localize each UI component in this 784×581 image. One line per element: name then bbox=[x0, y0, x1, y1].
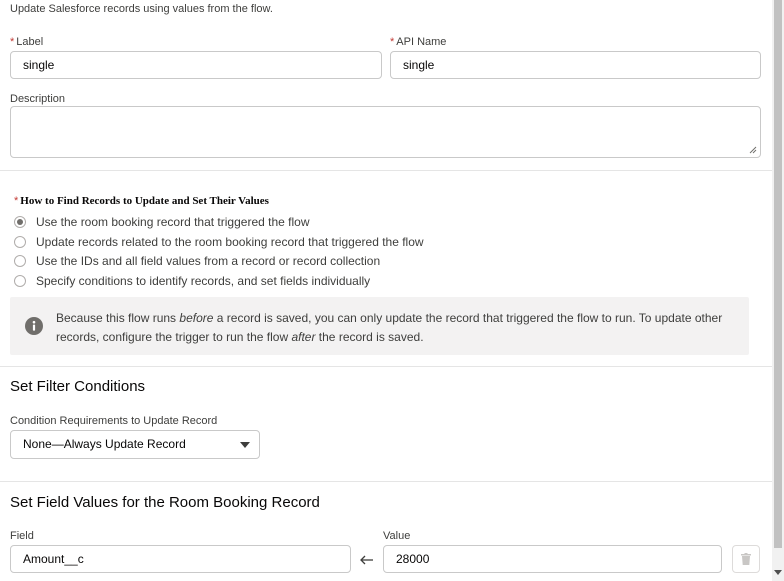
scrollbar-thumb[interactable] bbox=[774, 0, 782, 548]
find-records-heading: * How to Find Records to Update and Set T… bbox=[14, 195, 269, 207]
radio-option-record-collection[interactable]: Use the IDs and all field values from a … bbox=[14, 252, 380, 270]
info-text-part: Because this flow runs bbox=[56, 311, 180, 325]
field-input[interactable]: Amount__c bbox=[10, 545, 351, 573]
required-asterisk: * bbox=[390, 36, 395, 48]
radio-option-label: Specify conditions to identify records, … bbox=[36, 274, 371, 288]
field-column-label: Field bbox=[10, 530, 34, 542]
radio-option-label: Use the room booking record that trigger… bbox=[36, 215, 310, 229]
info-icon bbox=[25, 317, 43, 335]
find-records-heading-text: How to Find Records to Update and Set Th… bbox=[20, 195, 269, 207]
label-field-label: * Label bbox=[10, 36, 43, 48]
trash-icon bbox=[741, 553, 751, 565]
api-name-input[interactable]: single bbox=[390, 51, 761, 79]
info-text-emphasis: after bbox=[291, 330, 316, 344]
radio-unselected-icon[interactable] bbox=[14, 275, 26, 287]
divider bbox=[0, 481, 772, 482]
condition-requirements-label: Condition Requirements to Update Record bbox=[10, 415, 218, 427]
api-name-field-label-text: API Name bbox=[396, 36, 447, 48]
api-name-field-label: * API Name bbox=[390, 36, 446, 48]
resize-handle-icon[interactable] bbox=[749, 146, 757, 154]
divider bbox=[0, 366, 772, 367]
value-column-label: Value bbox=[383, 530, 411, 542]
condition-requirements-value: None—Always Update Record bbox=[23, 437, 186, 451]
description-label: Description bbox=[10, 93, 66, 105]
info-text: Because this flow runs before a record i… bbox=[56, 309, 746, 347]
required-asterisk: * bbox=[14, 195, 19, 207]
filter-section-title: Set Filter Conditions bbox=[10, 378, 146, 395]
condition-requirements-select[interactable]: None—Always Update Record bbox=[10, 430, 260, 459]
left-arrow-icon bbox=[360, 555, 373, 565]
label-input[interactable]: single bbox=[10, 51, 382, 79]
label-field-label-text: Label bbox=[16, 36, 44, 48]
required-asterisk: * bbox=[10, 36, 15, 48]
radio-unselected-icon[interactable] bbox=[14, 236, 26, 248]
radio-option-label: Update records related to the room booki… bbox=[36, 235, 424, 249]
radio-option-label: Use the IDs and all field values from a … bbox=[36, 254, 381, 268]
info-text-part: a record is saved, you can only update t… bbox=[213, 311, 723, 325]
intro-text: Update Salesforce records using values f… bbox=[10, 3, 273, 15]
radio-option-triggering-record[interactable]: Use the room booking record that trigger… bbox=[14, 213, 309, 231]
scroll-down-arrow-icon[interactable] bbox=[774, 570, 782, 576]
info-box: Because this flow runs before a record i… bbox=[10, 297, 749, 355]
radio-selected-icon[interactable] bbox=[14, 216, 26, 228]
delete-row-button[interactable] bbox=[732, 545, 760, 573]
radio-unselected-icon[interactable] bbox=[14, 255, 26, 267]
info-text-emphasis: before bbox=[179, 311, 214, 325]
dropdown-arrow-icon[interactable] bbox=[240, 442, 250, 448]
divider bbox=[0, 170, 772, 171]
value-input[interactable]: 28000 bbox=[383, 545, 722, 573]
radio-option-specify-conditions[interactable]: Specify conditions to identify records, … bbox=[14, 272, 370, 290]
field-values-section-title: Set Field Values for the Room Booking Re… bbox=[10, 494, 320, 511]
description-textarea[interactable] bbox=[10, 106, 761, 158]
radio-option-related-records[interactable]: Update records related to the room booki… bbox=[14, 233, 424, 251]
info-text-part: records, configure the trigger to run th… bbox=[56, 330, 292, 344]
info-text-part: the record is saved. bbox=[315, 330, 424, 344]
